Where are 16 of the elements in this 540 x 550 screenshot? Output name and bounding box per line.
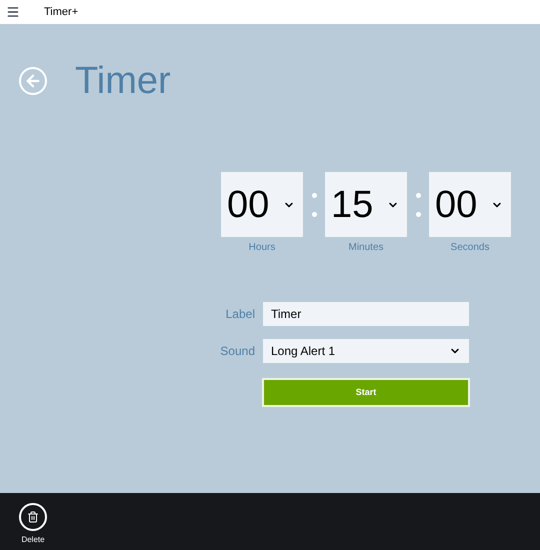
spinner-caption: Minutes <box>348 241 384 255</box>
time-spinner[interactable]: 00 <box>221 172 303 237</box>
page-title: Timer <box>75 62 171 100</box>
spinner-caption: Seconds <box>450 241 490 255</box>
colon-separator <box>312 192 316 216</box>
field-label: Sound <box>219 343 255 360</box>
sound-dropdown[interactable]: Long Alert 1 <box>263 339 469 363</box>
trash-icon <box>27 511 39 523</box>
colon-separator <box>416 192 420 216</box>
label-field[interactable]: Timer <box>263 302 469 326</box>
time-spinner[interactable]: 15 <box>325 172 407 237</box>
menu-icon[interactable] <box>6 5 20 19</box>
spinner-caption: Hours <box>248 241 276 255</box>
window-title: Timer+ <box>44 4 78 20</box>
field-label: Label <box>224 306 255 323</box>
time-spinner[interactable]: 00 <box>429 172 511 237</box>
